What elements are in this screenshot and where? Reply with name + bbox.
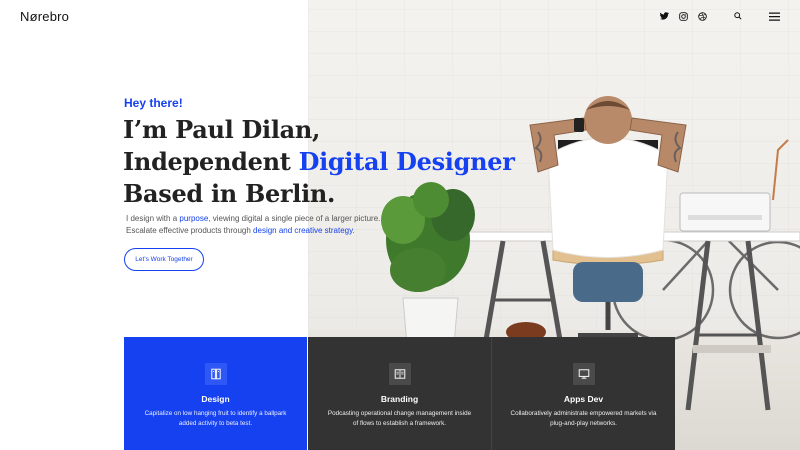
- strategy-link[interactable]: design and creative strategy: [253, 226, 352, 235]
- greeting: Hey there!: [124, 96, 183, 110]
- service-text: Podcasting operational change management…: [327, 410, 472, 427]
- top-nav: [658, 10, 780, 22]
- service-title: Design: [201, 394, 230, 404]
- heading-line-2-prefix: Independent: [123, 147, 299, 176]
- design-book-icon: [204, 363, 227, 385]
- desc-text: I design with a: [126, 214, 180, 223]
- service-text: Collaboratively administrate empowered m…: [510, 410, 657, 427]
- heading-line-3: Based in Berlin.: [123, 179, 336, 208]
- work-together-button[interactable]: Let’s Work Together: [124, 248, 204, 271]
- desc-text: Escalate effective products through: [126, 226, 254, 235]
- monitor-icon: [572, 363, 595, 385]
- heading-line-1: I’m Paul Dilan,: [123, 115, 321, 144]
- page: Nørebro Hey there! I’m Paul Dilan, Indep…: [0, 0, 800, 450]
- service-card-apps-dev[interactable]: Apps Dev Collaboratively administrate em…: [492, 337, 675, 450]
- printer: [679, 192, 771, 232]
- desc-text: , viewing digital a single piece of a la…: [208, 214, 381, 223]
- dribbble-icon[interactable]: [696, 10, 708, 22]
- service-card-branding[interactable]: Branding Podcasting operational change m…: [308, 337, 492, 450]
- purpose-link[interactable]: purpose: [179, 214, 208, 223]
- twitter-icon[interactable]: [658, 10, 670, 22]
- branding-doc-icon: [388, 363, 411, 385]
- service-text: Capitalize on low hanging fruit to ident…: [144, 410, 287, 427]
- service-title: Branding: [380, 394, 419, 404]
- hero-description: I design with a purpose, viewing digital…: [126, 213, 386, 237]
- hamburger-menu-icon[interactable]: [768, 10, 780, 22]
- page-title: I’m Paul Dilan, Independent Digital Desi…: [123, 114, 515, 210]
- site-logo[interactable]: Nørebro: [20, 9, 69, 24]
- service-card-design[interactable]: Design Capitalize on low hanging fruit t…: [124, 337, 307, 450]
- search-icon[interactable]: [732, 10, 744, 22]
- desc-text: .: [352, 226, 355, 235]
- heading-highlight: Digital Designer: [298, 147, 515, 176]
- person-shirt: [547, 137, 669, 258]
- instagram-icon[interactable]: [677, 10, 689, 22]
- service-title: Apps Dev: [563, 394, 604, 404]
